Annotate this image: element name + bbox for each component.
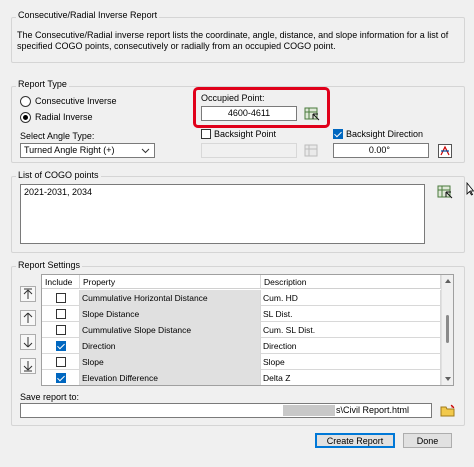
- property-cell: Cummulative Slope Distance: [80, 322, 261, 338]
- scroll-up-icon[interactable]: [442, 276, 454, 286]
- include-cell[interactable]: [42, 322, 80, 338]
- cogo-points-value: 2021-2031, 2034: [24, 187, 93, 197]
- description-cell[interactable]: Delta Z: [261, 370, 441, 385]
- report-settings-table: Include Property Description Cummulative…: [41, 274, 454, 386]
- move-top-button[interactable]: [20, 286, 36, 302]
- consecutive-inverse-radio[interactable]: [20, 96, 31, 107]
- description-cell[interactable]: Slope: [261, 354, 441, 370]
- occupied-point-value: 4600-4611: [227, 108, 271, 118]
- description-text: The Consecutive/Radial inverse report li…: [17, 30, 449, 51]
- column-header-include[interactable]: Include: [42, 275, 80, 289]
- angle-type-select[interactable]: Turned Angle Right (+): [20, 143, 155, 158]
- arrow-top-icon: [23, 288, 33, 299]
- pick-direction-icon[interactable]: [437, 143, 453, 159]
- include-checkbox[interactable]: [56, 309, 66, 319]
- table-row[interactable]: Slope Slope: [42, 354, 441, 370]
- include-checkbox[interactable]: [56, 373, 66, 383]
- table-row[interactable]: Cummulative Horizontal Distance Cum. HD: [42, 290, 441, 306]
- description-group-title: Consecutive/Radial Inverse Report: [16, 10, 160, 20]
- angle-type-label: Select Angle Type:: [20, 131, 95, 141]
- done-button[interactable]: Done: [403, 433, 452, 448]
- browse-folder-icon[interactable]: [440, 403, 456, 419]
- cogo-points-input[interactable]: 2021-2031, 2034: [20, 184, 425, 244]
- table-scrollbar[interactable]: [441, 275, 453, 385]
- arrow-bottom-icon: [23, 361, 33, 372]
- create-report-button[interactable]: Create Report: [315, 433, 395, 448]
- chevron-down-icon: [141, 148, 150, 154]
- occupied-point-label: Occupied Point:: [201, 93, 265, 103]
- include-checkbox[interactable]: [56, 325, 66, 335]
- table-row[interactable]: Slope Distance SL Dist.: [42, 306, 441, 322]
- property-cell: Elevation Difference: [80, 370, 261, 385]
- table-row[interactable]: Direction Direction: [42, 338, 441, 354]
- column-header-description[interactable]: Description: [261, 275, 441, 289]
- include-checkbox[interactable]: [56, 357, 66, 367]
- property-cell: Cummulative Horizontal Distance: [80, 290, 261, 306]
- include-cell[interactable]: [42, 354, 80, 370]
- angle-type-value: Turned Angle Right (+): [24, 145, 115, 155]
- consecutive-inverse-label[interactable]: Consecutive Inverse: [35, 96, 117, 106]
- save-path-value: s\Civil Report.html: [336, 405, 410, 415]
- backsight-direction-checkbox[interactable]: [333, 129, 343, 139]
- backsight-direction-input[interactable]: 0.00°: [333, 143, 429, 158]
- move-down-button[interactable]: [20, 334, 36, 350]
- include-cell[interactable]: [42, 370, 80, 385]
- arrow-up-icon: [23, 312, 33, 323]
- include-checkbox[interactable]: [56, 293, 66, 303]
- cogo-points-title: List of COGO points: [16, 170, 101, 180]
- table-row[interactable]: Elevation Difference Delta Z: [42, 370, 441, 385]
- report-settings-title: Report Settings: [16, 260, 83, 270]
- scrollbar-thumb[interactable]: [446, 315, 449, 343]
- property-cell: Slope Distance: [80, 306, 261, 322]
- report-type-title: Report Type: [16, 79, 69, 89]
- pick-point-icon[interactable]: [304, 106, 320, 122]
- pick-backsight-point-icon: [304, 143, 320, 159]
- save-report-label: Save report to:: [20, 392, 80, 402]
- pick-cogo-points-icon[interactable]: [437, 184, 453, 200]
- backsight-point-label: Backsight Point: [214, 129, 277, 139]
- include-cell[interactable]: [42, 338, 80, 354]
- mouse-cursor-icon: [466, 182, 474, 196]
- backsight-point-input: [201, 143, 297, 158]
- include-cell[interactable]: [42, 306, 80, 322]
- radial-inverse-radio[interactable]: [20, 112, 31, 123]
- description-cell[interactable]: SL Dist.: [261, 306, 441, 322]
- backsight-direction-value: 0.00°: [368, 145, 390, 155]
- description-cell[interactable]: Direction: [261, 338, 441, 354]
- backsight-point-checkbox[interactable]: [201, 129, 211, 139]
- occupied-point-input[interactable]: 4600-4611: [201, 106, 297, 121]
- move-bottom-button[interactable]: [20, 358, 36, 374]
- include-cell[interactable]: [42, 290, 80, 306]
- table-row[interactable]: Cummulative Slope Distance Cum. SL Dist.: [42, 322, 441, 338]
- arrow-down-icon: [23, 337, 33, 348]
- column-header-property[interactable]: Property: [80, 275, 261, 289]
- move-up-button[interactable]: [20, 310, 36, 326]
- property-cell: Slope: [80, 354, 261, 370]
- description-cell[interactable]: Cum. SL Dist.: [261, 322, 441, 338]
- backsight-direction-label: Backsight Direction: [346, 129, 424, 139]
- scroll-down-icon[interactable]: [442, 374, 454, 384]
- table-header: Include Property Description: [42, 275, 453, 289]
- save-path-blurred: [283, 405, 335, 416]
- save-path-input[interactable]: s\Civil Report.html: [20, 403, 432, 418]
- radial-inverse-label[interactable]: Radial Inverse: [35, 112, 93, 122]
- include-checkbox[interactable]: [56, 341, 66, 351]
- property-cell: Direction: [80, 338, 261, 354]
- description-cell[interactable]: Cum. HD: [261, 290, 441, 306]
